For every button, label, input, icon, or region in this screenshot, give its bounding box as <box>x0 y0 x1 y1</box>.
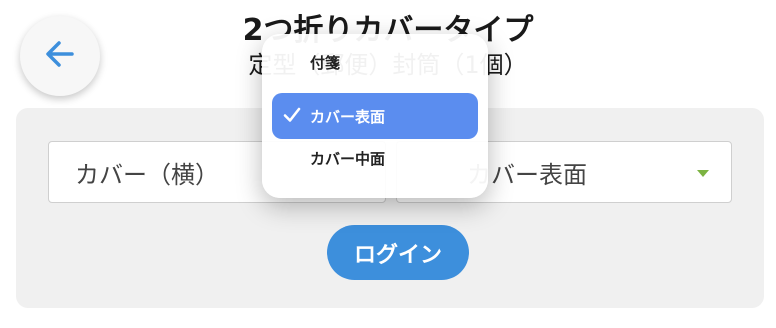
chevron-down-icon <box>697 170 709 177</box>
option-label: カバー表面 <box>310 107 386 126</box>
option-label: 付箋 <box>310 53 341 72</box>
dropdown-option-cover-front[interactable]: カバー表面 <box>272 93 478 139</box>
login-button[interactable]: ログイン <box>327 225 469 280</box>
dropdown-option-sticky-note[interactable]: 付箋 <box>272 39 478 85</box>
dropdown-option-cover-inside[interactable]: カバー中面 <box>272 135 478 181</box>
checkmark-icon <box>282 105 302 129</box>
cover-type-value: カバー（横） <box>75 160 219 189</box>
option-label: カバー中面 <box>310 149 386 168</box>
dropdown-menu: 付箋 カバー表面 カバー中面 <box>262 34 488 198</box>
